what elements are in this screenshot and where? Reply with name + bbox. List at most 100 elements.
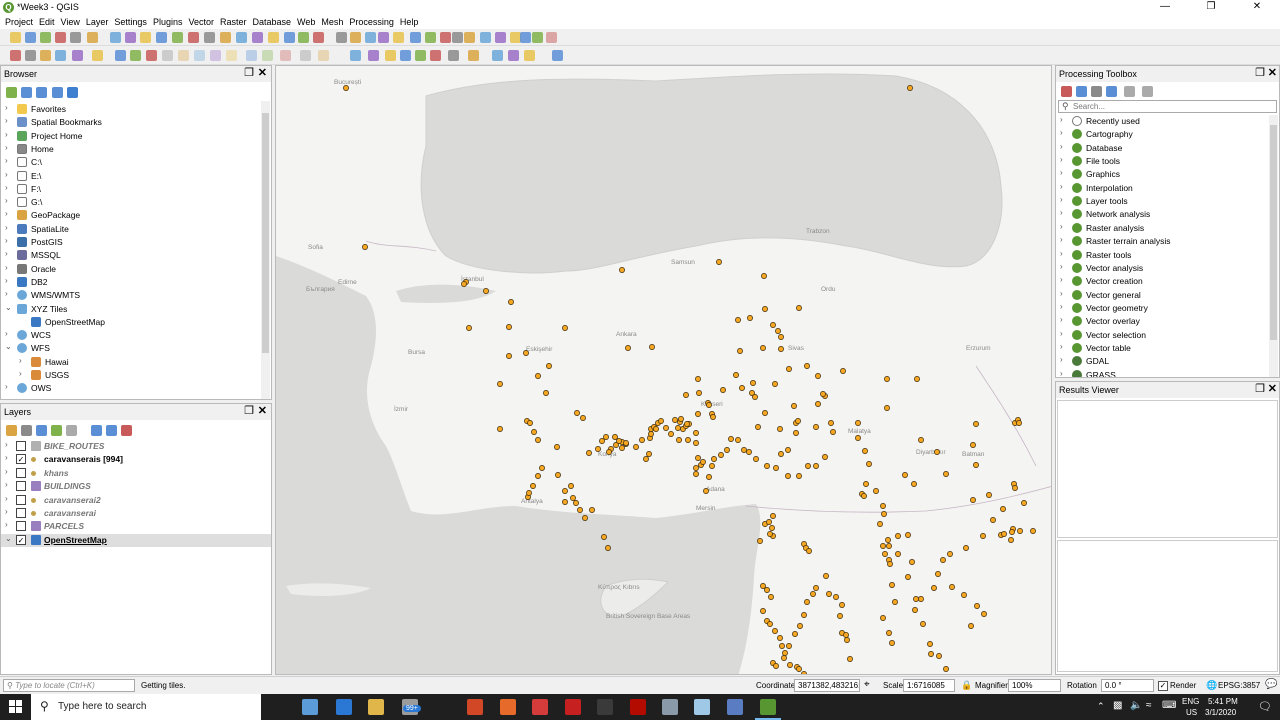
caravanserai-point[interactable] [728, 436, 734, 442]
toolbar-tool-icon[interactable] [210, 50, 221, 61]
caravanserai-point[interactable] [928, 651, 934, 657]
caravanserai-point[interactable] [606, 449, 612, 455]
chevron-right-icon[interactable]: › [1060, 249, 1063, 258]
toolbox-item[interactable]: › Vector creation [1056, 275, 1268, 288]
crs-icon[interactable]: 🌐 [1206, 680, 1217, 691]
caravanserai-point[interactable] [586, 450, 592, 456]
browser-item[interactable]: › E:\ [1, 170, 259, 183]
caravanserai-point[interactable] [668, 431, 674, 437]
browser-item[interactable]: › Home [1, 143, 259, 156]
chevron-right-icon[interactable]: › [5, 236, 8, 245]
toolbar-tool-icon[interactable] [495, 32, 506, 43]
caravanserai-point[interactable] [902, 472, 908, 478]
caravanserai-point[interactable] [936, 653, 942, 659]
caravanserai-point[interactable] [777, 635, 783, 641]
browser-item[interactable]: › USGS [1, 369, 259, 382]
caravanserai-point[interactable] [905, 532, 911, 538]
chevron-right-icon[interactable]: › [1060, 302, 1063, 311]
caravanserai-point[interactable] [889, 582, 895, 588]
toolbar-tool-icon[interactable] [430, 50, 441, 61]
caravanserai-point[interactable] [695, 376, 701, 382]
caravanserai-point[interactable] [785, 473, 791, 479]
caravanserai-point[interactable] [760, 608, 766, 614]
notifications-icon[interactable]: 🗨 [1258, 700, 1272, 713]
toolbar-tool-icon[interactable] [194, 50, 205, 61]
network-icon[interactable]: ▩ [1113, 700, 1122, 711]
toolbox-item[interactable]: › Vector table [1056, 342, 1268, 355]
caravanserai-point[interactable] [778, 346, 784, 352]
layer-visibility-checkbox[interactable] [16, 481, 26, 492]
caravanserai-point[interactable] [866, 461, 872, 467]
chevron-right-icon[interactable]: › [1060, 115, 1063, 124]
caravanserai-point[interactable] [595, 446, 601, 452]
caravanserai-point[interactable] [766, 519, 772, 525]
caravanserai-point[interactable] [961, 592, 967, 598]
browser-item[interactable]: › Hawai [1, 356, 259, 369]
caravanserai-point[interactable] [757, 538, 763, 544]
caravanserai-point[interactable] [914, 376, 920, 382]
layer-item[interactable]: › caravanserai [1, 507, 271, 520]
menu-mesh[interactable]: Mesh [319, 15, 347, 29]
caravanserai-point[interactable] [887, 561, 893, 567]
browser-item[interactable]: › PostGIS [1, 236, 259, 249]
caravanserai-point[interactable] [927, 641, 933, 647]
toolbar-tool-icon[interactable] [336, 32, 347, 43]
caravanserai-point[interactable] [909, 559, 915, 565]
caravanserai-point[interactable] [562, 499, 568, 505]
layers-tool-icon[interactable] [21, 425, 32, 436]
caravanserai-point[interactable] [773, 663, 779, 669]
menu-layer[interactable]: Layer [84, 15, 113, 29]
toolbox-item[interactable]: › GRASS [1056, 369, 1268, 377]
caravanserai-point[interactable] [739, 385, 745, 391]
caravanserai-point[interactable] [764, 587, 770, 593]
caravanserai-point[interactable] [623, 440, 629, 446]
toolbar-tool-icon[interactable] [130, 50, 141, 61]
layers-tool-icon[interactable] [51, 425, 62, 436]
caravanserai-point[interactable] [801, 612, 807, 618]
chevron-right-icon[interactable]: › [5, 223, 8, 232]
toolbox-tool-icon[interactable] [1106, 86, 1117, 97]
caravanserai-point[interactable] [823, 573, 829, 579]
toolbar-tool-icon[interactable] [55, 50, 66, 61]
chevron-right-icon[interactable]: › [1060, 168, 1063, 177]
toolbar-tool-icon[interactable] [350, 50, 361, 61]
caravanserai-point[interactable] [706, 474, 712, 480]
caravanserai-point[interactable] [822, 454, 828, 460]
caravanserai-point[interactable] [678, 416, 684, 422]
chevron-right-icon[interactable]: › [1060, 208, 1063, 217]
coordinate-field[interactable]: 3871382,4832161 [794, 679, 860, 692]
caravanserai-point[interactable] [526, 490, 532, 496]
toolbar-tool-icon[interactable] [162, 50, 173, 61]
chevron-right-icon[interactable]: › [5, 329, 8, 338]
browser-item[interactable]: › Project Home [1, 130, 259, 143]
close-button[interactable]: ✕ [1234, 0, 1280, 15]
caravanserai-point[interactable] [778, 451, 784, 457]
toolbox-item[interactable]: › Raster analysis [1056, 222, 1268, 235]
chevron-right-icon[interactable]: › [5, 520, 8, 529]
caravanserai-point[interactable] [974, 603, 980, 609]
app-icon[interactable] [662, 699, 678, 715]
lock-scale-icon[interactable]: 🔒 [961, 680, 972, 691]
powerpoint-icon[interactable] [467, 699, 483, 715]
toolbar-tool-icon[interactable] [25, 32, 36, 43]
toolbar-tool-icon[interactable] [87, 32, 98, 43]
caravanserai-point[interactable] [562, 325, 568, 331]
caravanserai-point[interactable] [506, 353, 512, 359]
chevron-right-icon[interactable]: › [5, 382, 8, 391]
caravanserai-point[interactable] [589, 507, 595, 513]
caravanserai-point[interactable] [880, 615, 886, 621]
caravanserai-point[interactable] [709, 463, 715, 469]
toolbox-item[interactable]: › Raster terrain analysis [1056, 235, 1268, 248]
file-explorer-icon[interactable] [368, 699, 384, 715]
toolbar-tool-icon[interactable] [72, 50, 83, 61]
close-panel-icon[interactable]: ✕ [1268, 67, 1277, 80]
toolbar-tool-icon[interactable] [298, 32, 309, 43]
caravanserai-point[interactable] [703, 488, 709, 494]
layer-visibility-checkbox[interactable] [16, 508, 26, 518]
caravanserai-point[interactable] [554, 444, 560, 450]
caravanserai-point[interactable] [601, 534, 607, 540]
caravanserai-point[interactable] [877, 521, 883, 527]
chevron-right-icon[interactable]: › [5, 467, 8, 476]
chevron-right-icon[interactable]: › [5, 263, 8, 272]
chevron-right-icon[interactable]: › [5, 494, 8, 503]
